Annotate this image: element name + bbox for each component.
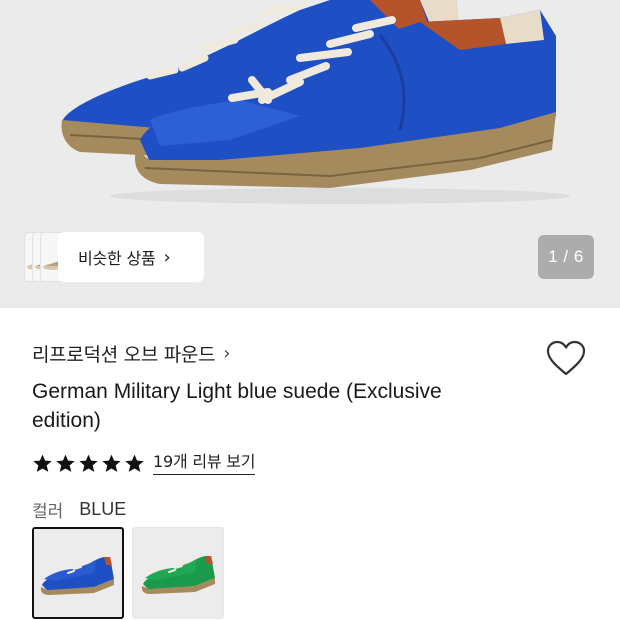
color-info: 컬러 BLUE — [32, 497, 126, 522]
star-icon — [125, 454, 144, 472]
color-value: BLUE — [79, 499, 127, 519]
product-image-gallery[interactable]: 비슷한 상품 › 1 / 6 — [0, 0, 620, 308]
swatch-shoe-image — [40, 557, 114, 595]
rating-row: 19개 리뷰 보기 — [32, 452, 256, 475]
wishlist-button[interactable] — [546, 340, 586, 378]
color-swatch-green[interactable] — [132, 527, 224, 619]
swatch-shoe-image — [141, 556, 215, 594]
similar-products-label-box[interactable]: 비슷한 상품 › — [58, 232, 204, 282]
rating-stars — [32, 453, 145, 474]
image-page-counter: 1 / 6 — [538, 235, 594, 279]
reviews-link[interactable]: 19개 리뷰 보기 — [153, 452, 256, 475]
star-icon — [102, 454, 121, 472]
product-title: German Military Light blue suede (Exclus… — [32, 380, 442, 432]
color-swatch-blue[interactable] — [32, 527, 124, 619]
color-label: 컬러 — [32, 502, 64, 522]
star-icon — [79, 454, 98, 472]
chevron-right-icon: › — [223, 343, 231, 364]
brand-name: 리프로덕션 오브 파운드 — [32, 344, 216, 366]
star-icon — [33, 454, 52, 472]
star-icon — [56, 454, 75, 472]
brand-link[interactable]: 리프로덕션 오브 파운드 › — [32, 340, 230, 367]
heart-icon — [546, 340, 586, 376]
similar-products-label: 비슷한 상품 — [78, 249, 156, 268]
similar-products-button[interactable]: 비슷한 상품 › — [24, 232, 204, 282]
chevron-right-icon: › — [163, 246, 171, 268]
